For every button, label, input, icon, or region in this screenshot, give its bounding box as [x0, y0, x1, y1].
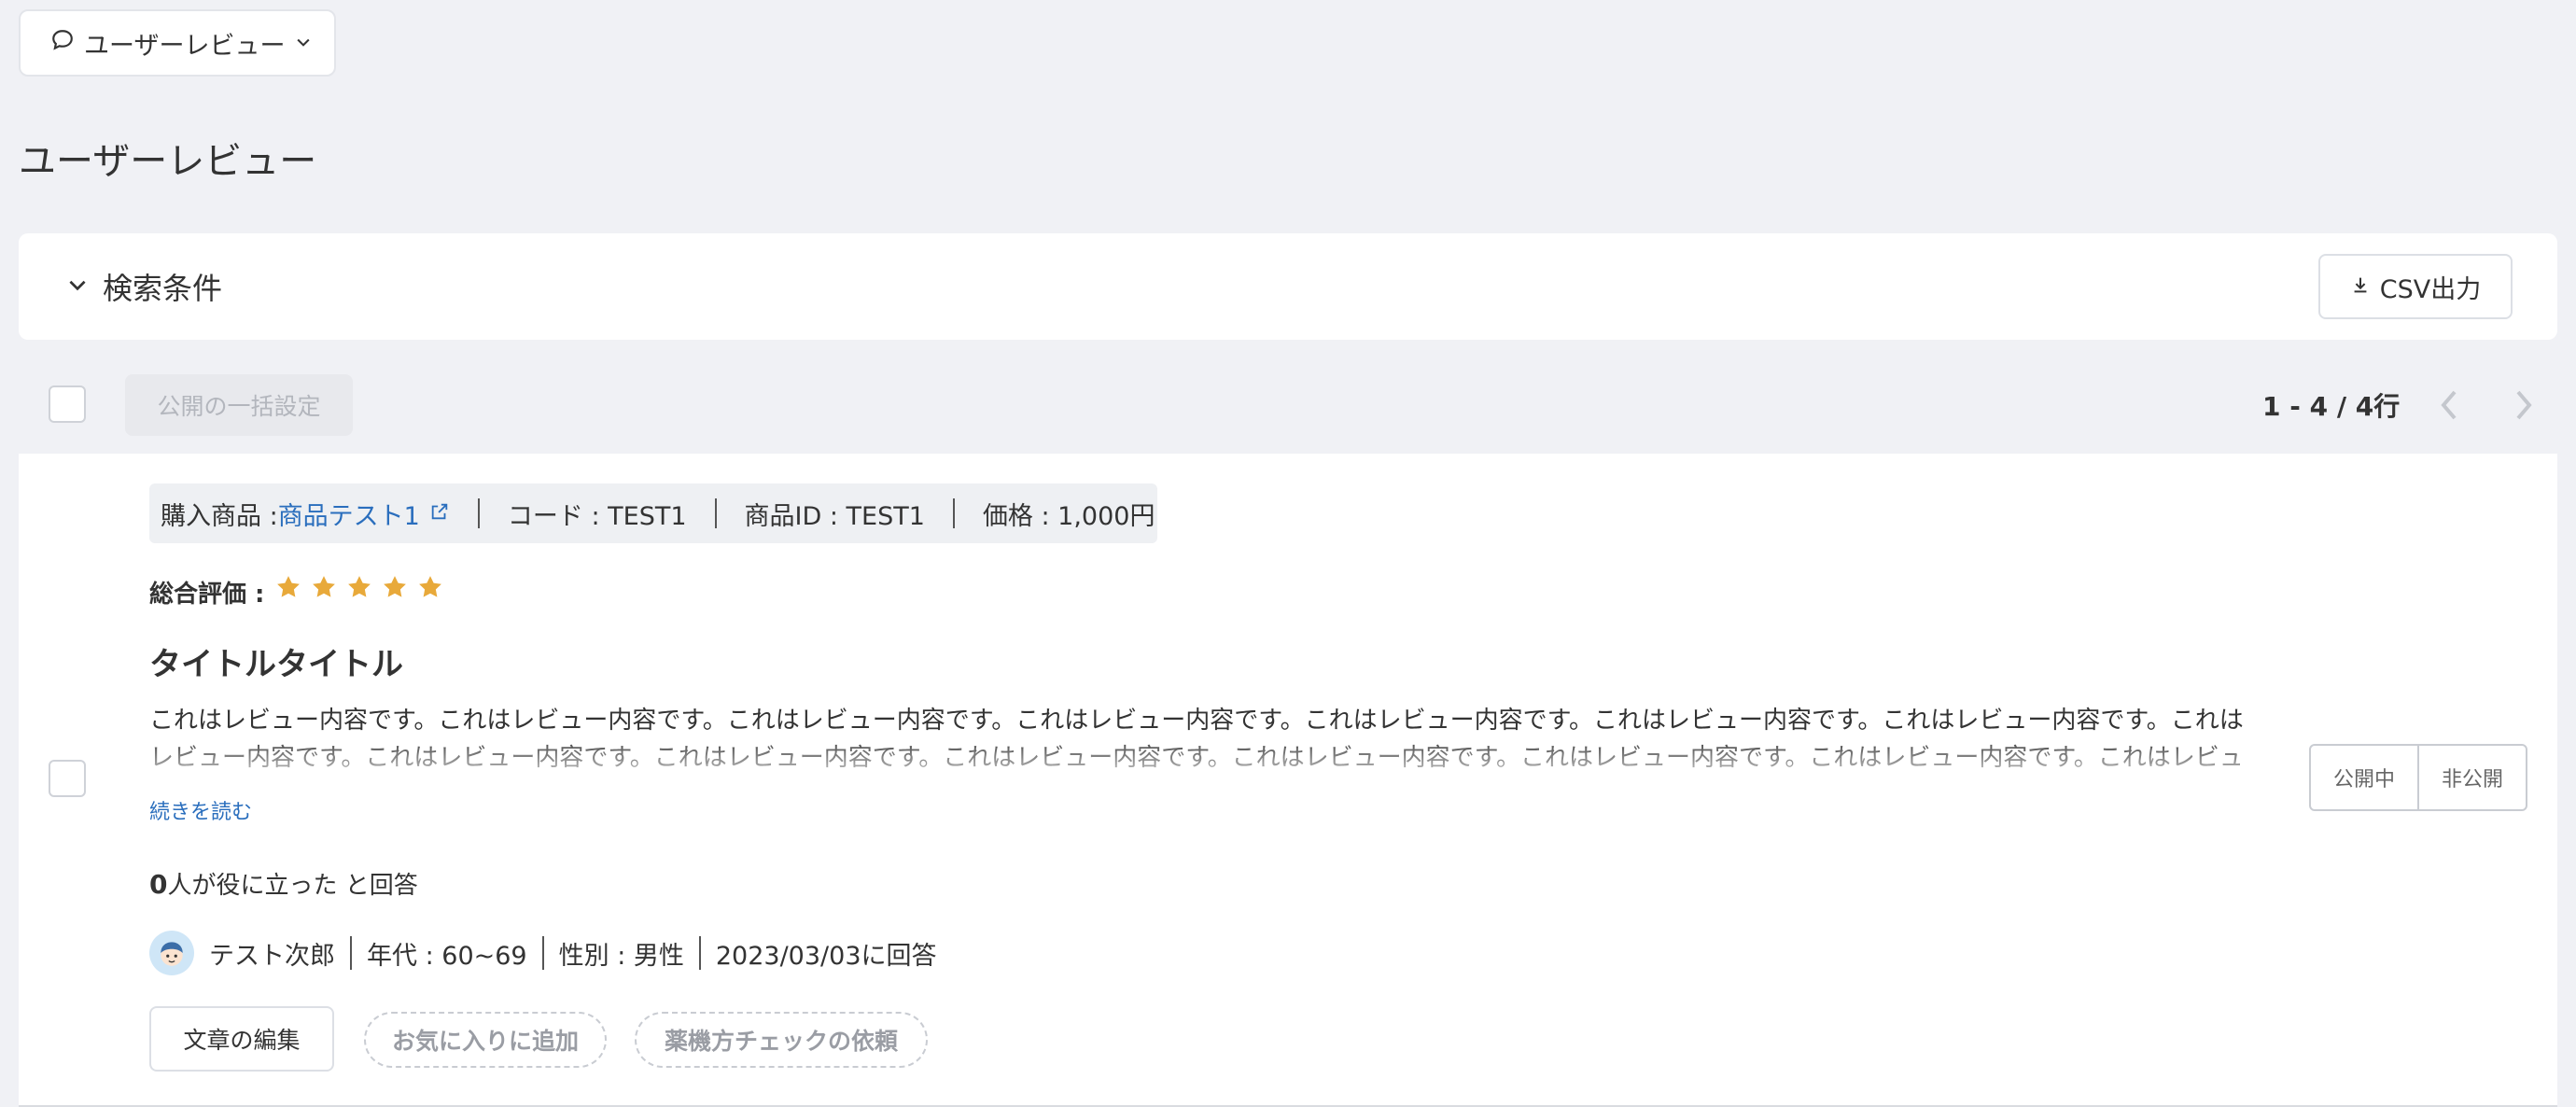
review-row-checkbox[interactable] [49, 760, 86, 797]
star-icon [348, 576, 371, 597]
product-prefix: 購入商品 : [161, 501, 278, 531]
page-title: ユーザーレビュー [19, 140, 317, 183]
boy-face-icon [161, 942, 183, 966]
select-all-checkbox[interactable] [49, 385, 86, 423]
pagination-summary: 1 - 4 / 4行 [2262, 391, 2401, 422]
download-icon [2350, 273, 2371, 301]
chevron-left-icon [2441, 390, 2457, 420]
review-card [19, 454, 2557, 1107]
reviewer-age: 年代 : 60~69 [367, 941, 527, 971]
review-title: タイトルタイトル [149, 646, 403, 683]
reviewer-name: テスト次郎 [209, 941, 335, 971]
helpful-label: 人が役に立った と回答 [167, 872, 418, 900]
divider [952, 498, 955, 528]
divider [698, 936, 701, 970]
purchased-product-bar: 購入商品 : 商品テスト1 コード : TEST1 商品ID : TEST1 価… [149, 483, 1157, 543]
divider [541, 936, 544, 970]
star-icon [384, 576, 406, 597]
product-code: コード : TEST1 [507, 501, 687, 531]
reviewer-info: テスト次郎 年代 : 60~69 性別 : 男性 2023/03/03に回答 [149, 930, 937, 976]
next-page-button[interactable] [2513, 386, 2535, 427]
search-panel: 検索条件 CSV出力 [19, 233, 2557, 340]
avatar [149, 931, 194, 975]
prev-page-button[interactable] [2438, 386, 2460, 427]
chevron-down-icon [65, 269, 90, 304]
divider [714, 498, 717, 528]
chevron-right-icon [2516, 390, 2532, 420]
product-link[interactable]: 商品テスト1 [278, 496, 450, 532]
bulk-publish-button[interactable]: 公開の一括設定 [125, 374, 353, 436]
search-conditions-toggle[interactable]: 検索条件 [65, 233, 222, 340]
product-id: 商品ID : TEST1 [744, 501, 925, 531]
product-name: 商品テスト1 [277, 501, 420, 531]
csv-export-label: CSV出力 [2379, 274, 2482, 304]
search-conditions-label: 検索条件 [103, 271, 223, 306]
overall-rating-label: 総合評価 : [149, 581, 265, 609]
chevron-down-icon [294, 29, 313, 58]
star-icon [277, 576, 300, 597]
publish-toggle: 公開中 非公開 [2309, 744, 2527, 811]
view-dropdown-label: ユーザーレビュー [84, 31, 286, 61]
star-icon [313, 576, 335, 597]
add-favorite-button[interactable]: お気に入りに追加 [364, 1012, 607, 1068]
speech-bubble-icon [50, 28, 75, 59]
pharma-check-request-button[interactable]: 薬機方チェックの依頼 [635, 1012, 928, 1068]
public-option[interactable]: 公開中 [2311, 746, 2417, 809]
rating-stars [274, 573, 444, 601]
divider [350, 936, 352, 970]
helpful-count-text: 0人が役に立った と回答 [149, 866, 418, 901]
private-option[interactable]: 非公開 [2417, 746, 2526, 809]
external-link-icon [429, 499, 450, 528]
reviewer-gender: 性別 : 男性 [558, 941, 684, 971]
edit-text-button[interactable]: 文章の編集 [149, 1006, 334, 1072]
helpful-count: 0 [149, 869, 168, 900]
product-price: 価格 : 1,000円 [982, 501, 1155, 531]
read-more-link[interactable]: 続きを読む [149, 795, 252, 825]
csv-export-button[interactable]: CSV出力 [2318, 254, 2513, 319]
star-icon [419, 576, 441, 597]
divider [477, 498, 480, 528]
view-dropdown[interactable]: ユーザーレビュー [19, 9, 336, 77]
answered-date: 2023/03/03に回答 [715, 941, 937, 971]
review-body: これはレビュー内容です。これはレビュー内容です。これはレビュー内容です。これはレ… [149, 707, 2244, 772]
